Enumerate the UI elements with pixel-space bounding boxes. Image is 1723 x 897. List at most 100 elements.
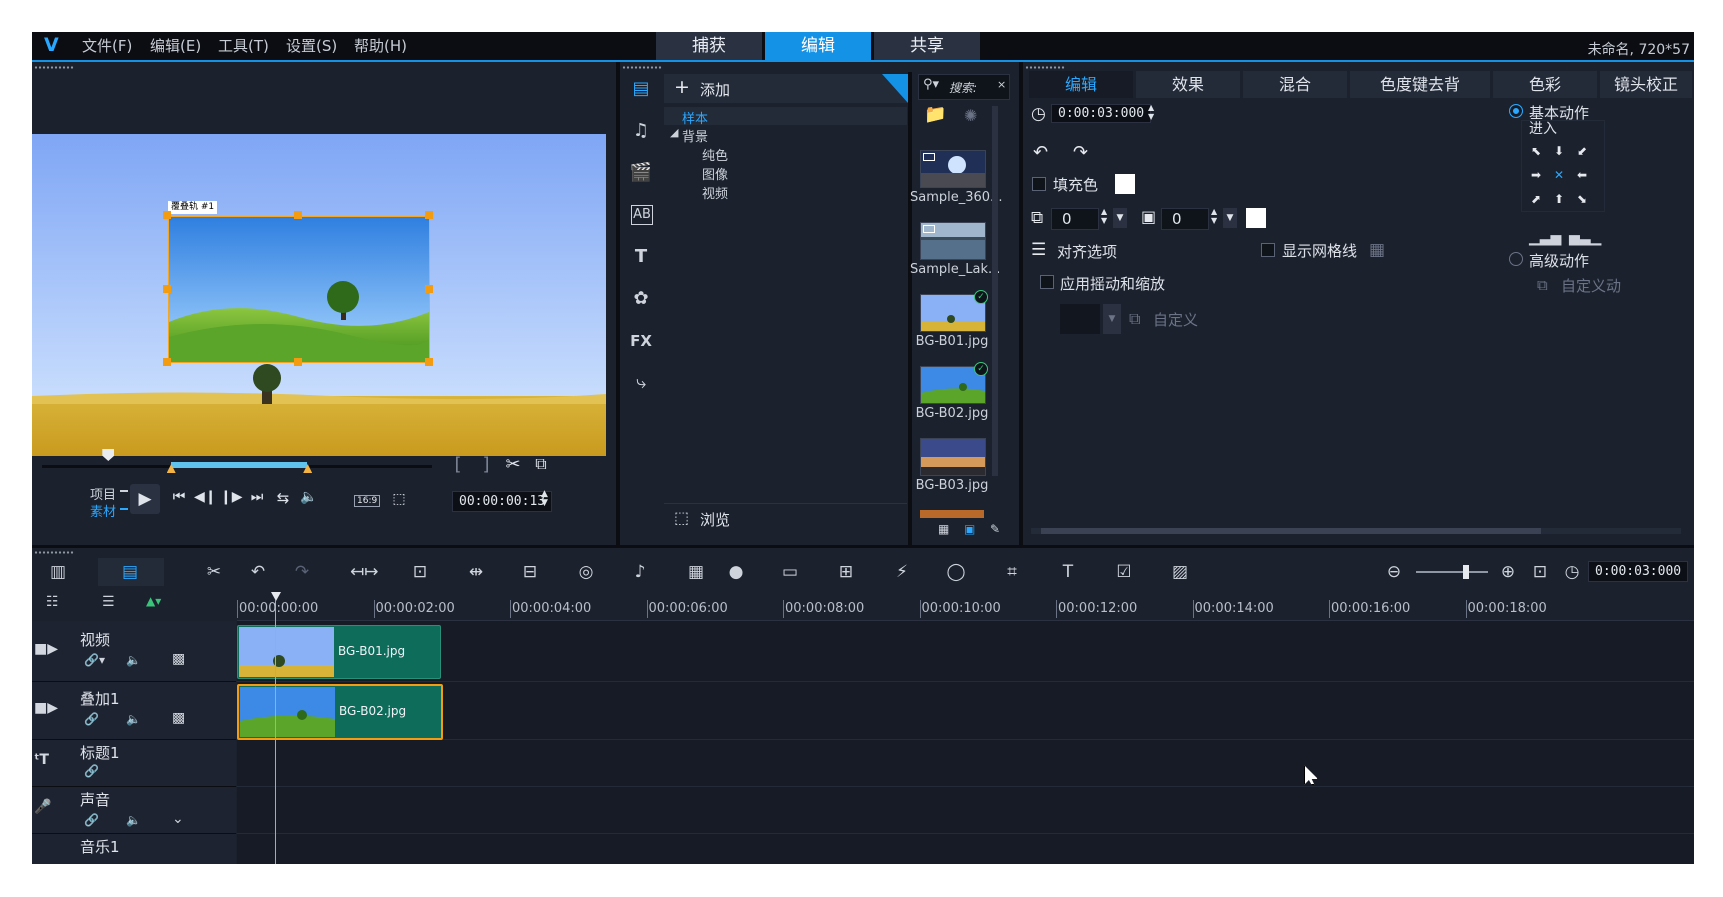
ripple-edit-icon[interactable]: ⇹ xyxy=(462,560,490,584)
preview-canvas[interactable]: 覆叠轨 #1 xyxy=(32,134,606,456)
add-icon[interactable]: + xyxy=(674,76,690,98)
playhead-line[interactable] xyxy=(275,600,276,864)
title-icon[interactable]: T xyxy=(626,244,656,270)
transition-icon[interactable]: AB xyxy=(631,205,653,225)
menu-edit[interactable]: 编辑(E) xyxy=(150,35,201,56)
clip-mode-label[interactable]: 素材 xyxy=(90,501,116,520)
track-title[interactable] xyxy=(237,740,1694,787)
duration-timecode[interactable]: 0:00:03:000 xyxy=(1051,104,1152,123)
scroll-thumb[interactable] xyxy=(1041,528,1541,534)
track-music[interactable] xyxy=(237,834,1694,864)
chevron-down-icon[interactable]: ⌄ xyxy=(172,811,184,827)
view-list-icon[interactable]: ▦ xyxy=(938,522,960,538)
pan-zoom-dropdown[interactable]: ▼ xyxy=(1103,304,1121,334)
play-button[interactable]: ▶ xyxy=(130,484,160,514)
track-manager-list-icon[interactable]: ☷ xyxy=(46,594,59,610)
duration-stepper[interactable]: ▲ ▼ xyxy=(1148,103,1154,121)
pan-zoom-preset[interactable] xyxy=(1060,304,1100,334)
clip-bg-b01[interactable]: BG-B01.jpg xyxy=(237,625,441,679)
mark-out-button[interactable]: ] xyxy=(476,454,496,475)
thumbnail-sample-360[interactable] xyxy=(920,150,986,188)
auto-music-icon[interactable]: ♪ xyxy=(626,560,654,584)
track-video[interactable]: BG-B01.jpg xyxy=(237,621,1694,682)
storyboard-view-icon[interactable]: ▥ xyxy=(44,560,72,584)
redo-icon[interactable]: ↷ xyxy=(288,560,316,584)
fill-color-checkbox[interactable] xyxy=(1032,177,1046,191)
advanced-motion-radio[interactable] xyxy=(1509,252,1523,266)
menu-tools[interactable]: 工具(T) xyxy=(218,35,269,56)
volume-icon[interactable]: 🔈 xyxy=(298,489,320,505)
tree-item-solid-color[interactable]: 纯色 xyxy=(702,145,728,164)
grid-settings-icon[interactable]: ▦ xyxy=(1369,240,1385,260)
import-media-icon[interactable]: 📁 xyxy=(924,104,946,125)
tools-icon[interactable]: ✂ xyxy=(200,560,228,584)
track-manager-icon[interactable]: ⊟ xyxy=(516,560,544,584)
panel-grip[interactable] xyxy=(1025,66,1065,69)
border-color-swatch[interactable] xyxy=(1246,208,1266,228)
scrubber-thumb[interactable] xyxy=(102,449,115,461)
link-icon[interactable]: 🔗 xyxy=(84,712,99,726)
media-icon[interactable]: ▤ xyxy=(626,76,656,102)
browse-button[interactable]: 浏览 xyxy=(700,509,730,530)
pin-icon[interactable] xyxy=(882,74,908,103)
add-marker-icon[interactable]: ▲▾ xyxy=(146,594,161,608)
tree-item-background[interactable]: 背景 xyxy=(682,126,708,145)
enlarge-preview-icon[interactable]: ⧉ xyxy=(530,454,552,474)
border-stepper[interactable]: ▲ ▼ xyxy=(1101,207,1107,225)
library-options-icon[interactable]: ✺ xyxy=(964,106,977,125)
pan-zoom-checkbox[interactable] xyxy=(1040,275,1054,289)
tree-item-image[interactable]: 图像 xyxy=(702,164,728,183)
multicam-icon[interactable]: ▦ xyxy=(682,560,710,584)
3d-title-icon[interactable]: T xyxy=(1054,560,1082,584)
tab-share[interactable]: 共享 xyxy=(874,32,980,60)
search-box[interactable]: ⚲▾ 搜索: × xyxy=(918,74,1010,100)
track-volume-icon[interactable]: 🔈 xyxy=(126,712,141,726)
tab-options-blend[interactable]: 混合 xyxy=(1243,71,1347,98)
fade-out-icon[interactable]: ▅▃▁ xyxy=(1569,230,1601,246)
shadow-stepper[interactable]: ▲ ▼ xyxy=(1211,207,1217,225)
link-icon[interactable]: 🔗▾ xyxy=(84,653,105,667)
mask-creator-icon[interactable]: ◯ xyxy=(942,560,970,584)
safe-area-icon[interactable]: ⬚ xyxy=(388,491,410,507)
instant-project-icon[interactable]: 🎬 xyxy=(626,160,656,186)
overlay-clip-preview[interactable] xyxy=(168,216,430,363)
menu-settings[interactable]: 设置(S) xyxy=(286,35,337,56)
resize-handle[interactable] xyxy=(294,211,302,219)
zoom-in-icon[interactable]: ⊕ xyxy=(1494,560,1522,584)
show-grid-checkbox[interactable] xyxy=(1261,243,1275,257)
zoom-slider[interactable] xyxy=(1416,565,1488,579)
split-screen-icon[interactable]: ⊞ xyxy=(832,560,860,584)
graphics-icon[interactable]: ✿ xyxy=(626,286,656,312)
menu-help[interactable]: 帮助(H) xyxy=(354,35,407,56)
browse-icon[interactable]: ⬚ xyxy=(674,508,689,527)
library-scrollbar[interactable] xyxy=(992,106,998,476)
tree-item-sample[interactable]: 样本 xyxy=(682,108,708,127)
fit-timeline-icon[interactable]: ⊡ xyxy=(1526,560,1554,584)
ripple-icon[interactable]: ▩ xyxy=(172,651,185,667)
border-width-input[interactable]: 0 xyxy=(1051,208,1099,230)
enter-right-icon[interactable]: ⬅ xyxy=(1573,166,1591,184)
options-hscrollbar[interactable] xyxy=(1031,528,1681,534)
scrub-bar[interactable] xyxy=(42,449,432,473)
shadow-input[interactable]: 0 xyxy=(1161,208,1209,230)
tab-options-edit[interactable]: 编辑 xyxy=(1029,71,1133,98)
customize-icon[interactable]: ⧉ xyxy=(1129,309,1140,329)
tab-options-color[interactable]: 色彩 xyxy=(1493,71,1597,98)
enter-bottom-left-icon[interactable]: ⬈ xyxy=(1527,190,1545,208)
align-options-icon[interactable]: ☰ xyxy=(1031,240,1046,260)
clip-bg-b02-selected[interactable]: BG-B02.jpg xyxy=(237,684,443,740)
clear-search-icon[interactable]: × xyxy=(997,78,1006,91)
track-overlay[interactable]: BG-B02.jpg xyxy=(237,682,1694,740)
link-icon[interactable]: 🔗 xyxy=(84,764,99,778)
preview-timecode[interactable]: 00:00:00:13 xyxy=(452,491,553,512)
enter-top-left-icon[interactable]: ⬉ xyxy=(1527,142,1545,160)
thumbnail-partial[interactable] xyxy=(920,510,984,518)
undo-icon[interactable]: ↶ xyxy=(244,560,272,584)
resize-handle[interactable] xyxy=(425,285,433,293)
record-capture-icon[interactable]: ◎ xyxy=(572,560,600,584)
enter-none-icon[interactable]: ✕ xyxy=(1550,166,1568,184)
thumbnail-bg-b03[interactable] xyxy=(920,438,986,476)
go-to-end-icon[interactable]: ⏭ xyxy=(246,489,268,505)
custom-motion-icon[interactable]: ⧉ xyxy=(1537,276,1548,294)
filter-icon[interactable]: FX xyxy=(626,328,656,354)
